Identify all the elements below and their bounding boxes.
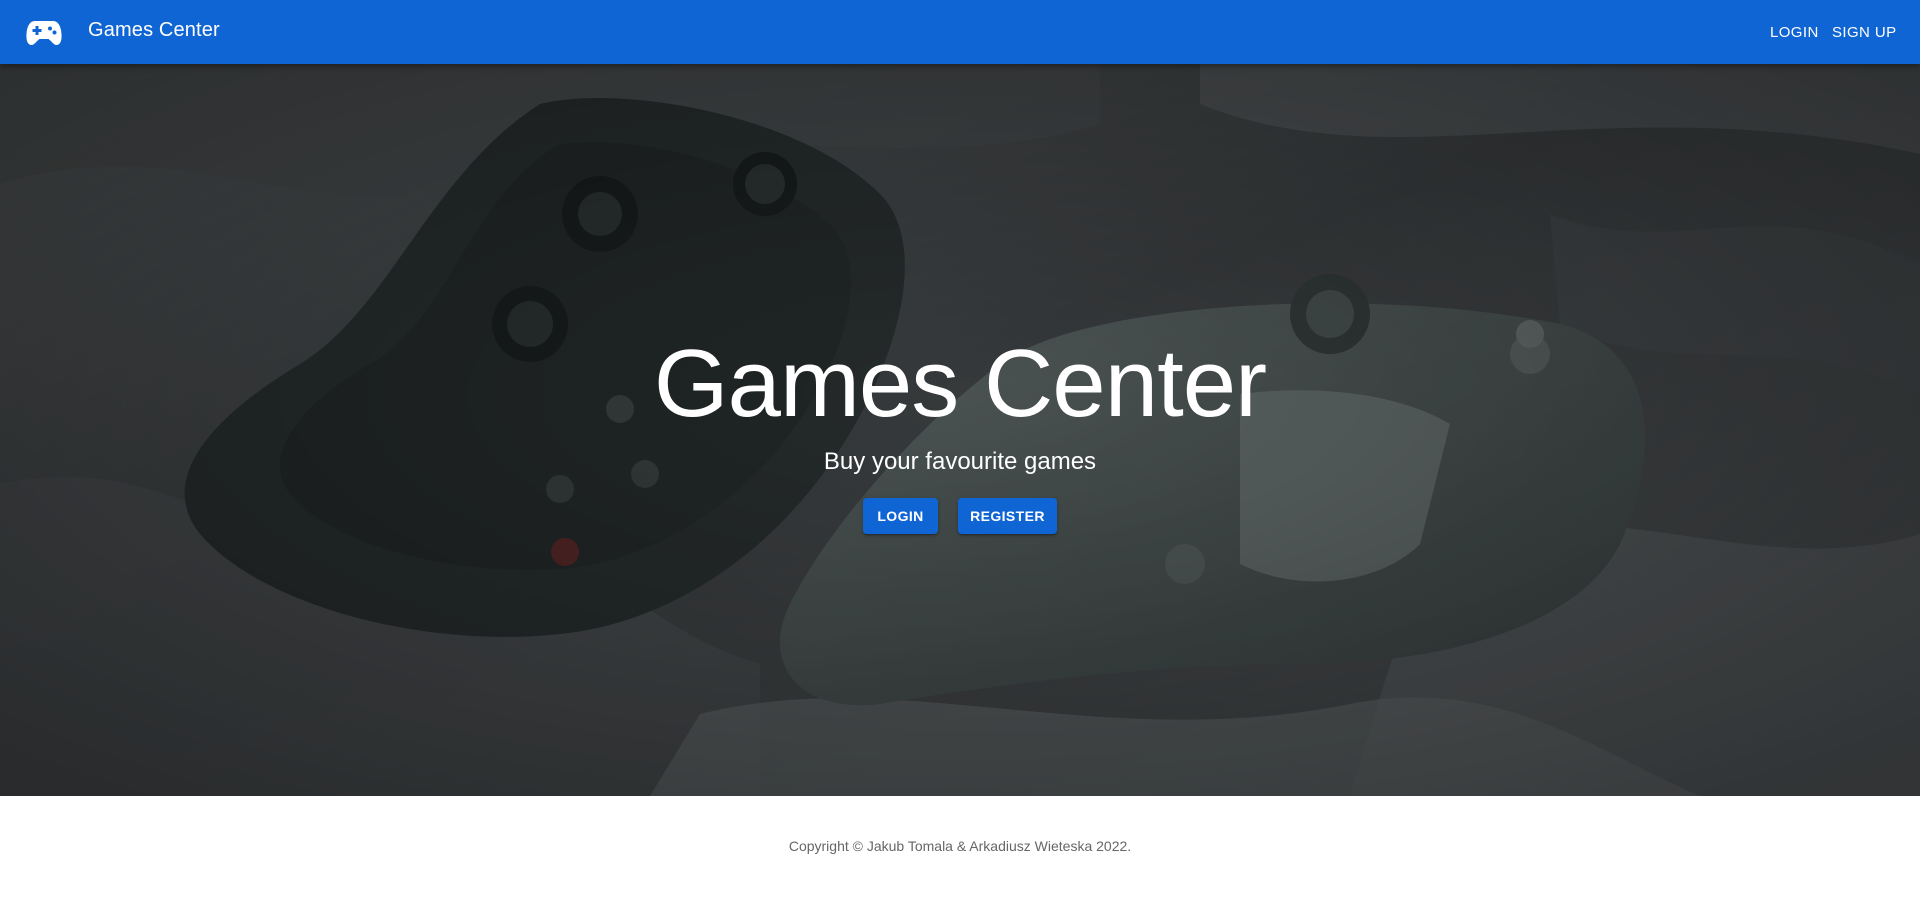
copyright-text: Copyright © Jakub Tomala & Arkadiusz Wie…	[788, 838, 1132, 854]
hero-login-button[interactable]: LOGIN	[863, 498, 938, 534]
hero-register-button[interactable]: REGISTER	[958, 498, 1057, 534]
nav-login-button[interactable]: LOGIN	[1762, 18, 1827, 46]
nav-signup-button[interactable]: SIGN UP	[1824, 18, 1904, 46]
footer: Copyright © Jakub Tomala & Arkadiusz Wie…	[0, 796, 1920, 914]
hero-subtitle: Buy your favourite games	[823, 448, 1097, 475]
brand-title[interactable]: Games Center	[88, 19, 220, 42]
hero-title: Games Center	[653, 330, 1267, 437]
hero-banner: Games Center Buy your favourite games LO…	[0, 64, 1920, 796]
gamepad-icon	[26, 21, 62, 45]
app-bar: Games Center LOGIN SIGN UP	[0, 0, 1920, 64]
